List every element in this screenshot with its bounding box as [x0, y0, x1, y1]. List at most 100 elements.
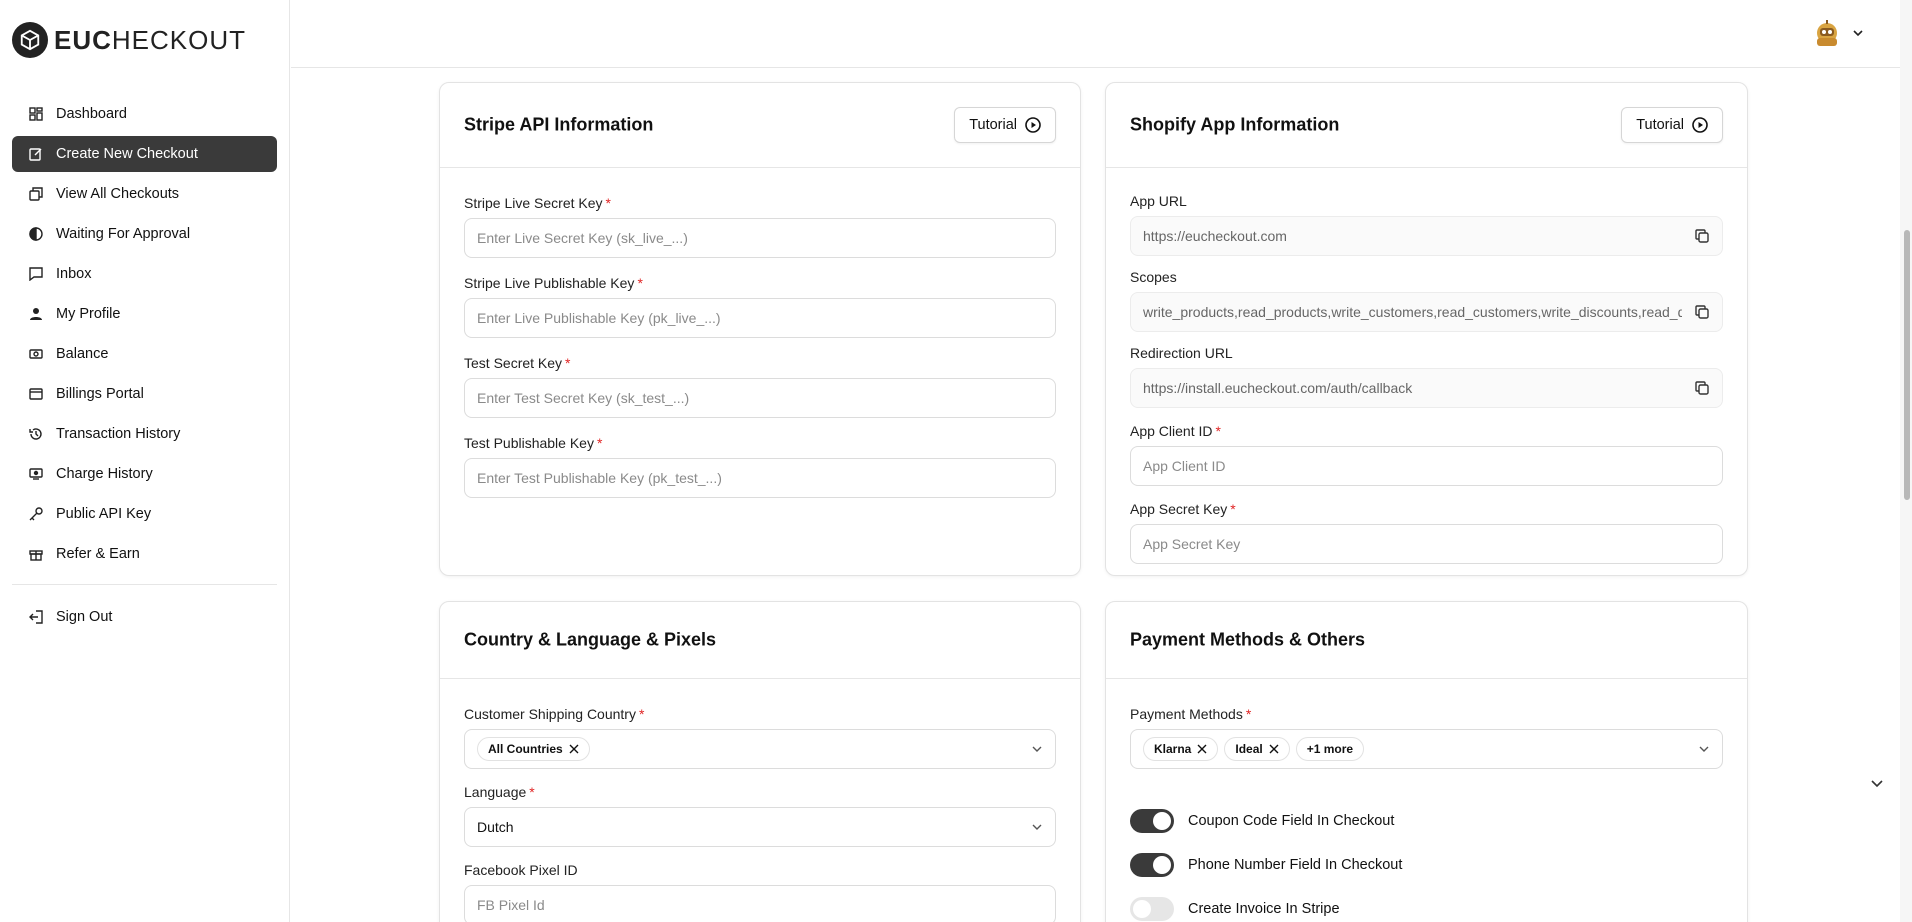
create-invoice-toggle-row: Create Invoice In Stripe: [1130, 895, 1723, 922]
logo[interactable]: EUCHECKOUT: [12, 20, 246, 60]
copy-icon[interactable]: [1694, 304, 1710, 320]
sign-out-icon: [28, 609, 44, 625]
required-mark: *: [529, 784, 535, 800]
label-text: Test Secret Key: [464, 355, 563, 371]
coupon-code-toggle-row: Coupon Code Field In Checkout: [1130, 807, 1723, 835]
payment-card: Payment Methods & Others Payment Methods…: [1105, 601, 1748, 922]
toggle-label: Phone Number Field In Checkout: [1188, 857, 1403, 873]
placeholder: FB Pixel Id: [477, 897, 545, 913]
required-mark: *: [1245, 706, 1252, 722]
create-invoice-toggle[interactable]: [1130, 897, 1174, 921]
tutorial-label: Tutorial: [1636, 117, 1684, 133]
sidebar-item-create-new-checkout[interactable]: Create New Checkout: [12, 136, 277, 172]
test-publishable-key-input[interactable]: Enter Test Publishable Key (pk_test_...): [464, 458, 1056, 498]
sidebar-item-label: Dashboard: [56, 106, 127, 122]
sidebar-item-label: My Profile: [56, 306, 121, 322]
copy-icon: [28, 186, 44, 202]
card-header: Country & Language & Pixels: [440, 602, 1080, 679]
toggle-knob: [1153, 812, 1171, 830]
card-header: Shopify App Information Tutorial: [1106, 83, 1747, 168]
play-circle-icon: [1692, 117, 1708, 133]
copy-icon[interactable]: [1694, 228, 1710, 244]
sidebar-divider: [12, 584, 277, 585]
app-secret-key-input[interactable]: App Secret Key: [1130, 524, 1723, 564]
field-label: Customer Shipping Country *: [464, 705, 1056, 723]
chip-label: Ideal: [1235, 742, 1263, 756]
placeholder: App Secret Key: [1143, 536, 1241, 552]
sidebar-item-charge-history[interactable]: Charge History: [12, 456, 277, 492]
chip-label: All Countries: [488, 742, 563, 756]
shopify-card: Shopify App Information Tutorial App URL…: [1105, 82, 1748, 576]
scopes-field[interactable]: write_products,read_products,write_custo…: [1130, 292, 1723, 332]
required-mark: *: [605, 195, 611, 211]
scopes-value: write_products,read_products,write_custo…: [1143, 304, 1682, 320]
sidebar-item-transaction-history[interactable]: Transaction History: [12, 416, 277, 452]
field-label: Scopes: [1130, 269, 1177, 285]
label-text: App Secret Key: [1130, 501, 1228, 517]
facebook-pixel-input[interactable]: FB Pixel Id: [464, 885, 1056, 922]
chevron-down-icon: [1032, 824, 1042, 830]
field-label: Test Publishable Key *: [464, 434, 1056, 452]
label-text: App Client ID: [1130, 423, 1213, 439]
field-label: Facebook Pixel ID: [464, 862, 578, 878]
chip-list: Klarna Ideal +1 more: [1143, 737, 1370, 761]
sidebar-item-label: Waiting For Approval: [56, 226, 191, 242]
close-icon[interactable]: [569, 744, 579, 754]
chip-list: All Countries: [477, 737, 596, 761]
redirection-url-value: https://install.eucheckout.com/auth/call…: [1143, 380, 1413, 396]
placeholder: Enter Test Secret Key (sk_test_...): [477, 390, 690, 406]
user-menu[interactable]: [1812, 18, 1864, 48]
copy-icon[interactable]: [1694, 380, 1710, 396]
field-label: Stripe Live Publishable Key *: [464, 274, 1056, 292]
redirection-url-field[interactable]: https://install.eucheckout.com/auth/call…: [1130, 368, 1723, 408]
sidebar-item-inbox[interactable]: Inbox: [12, 256, 277, 292]
live-secret-key-input[interactable]: Enter Live Secret Key (sk_live_...): [464, 218, 1056, 258]
app-url-field[interactable]: https://eucheckout.com: [1130, 216, 1723, 256]
payment-chip: Klarna: [1143, 737, 1219, 761]
sidebar-item-label: Create New Checkout: [56, 146, 198, 162]
shopify-tutorial-button[interactable]: Tutorial: [1621, 107, 1723, 143]
sidebar-item-billings-portal[interactable]: Billings Portal: [12, 376, 277, 412]
logo-cube-icon: [12, 22, 48, 58]
label-text: Stripe Live Publishable Key: [464, 275, 635, 291]
coupon-code-toggle[interactable]: [1130, 809, 1174, 833]
stripe-card-title: Stripe API Information: [464, 114, 654, 135]
required-mark: *: [596, 435, 603, 451]
app-client-id-input[interactable]: App Client ID: [1130, 446, 1723, 486]
scrollbar[interactable]: [1900, 0, 1912, 922]
sidebar-item-sign-out[interactable]: Sign Out: [12, 599, 277, 635]
edit-icon: [28, 146, 44, 162]
live-publishable-key-input[interactable]: Enter Live Publishable Key (pk_live_...): [464, 298, 1056, 338]
payment-methods-select[interactable]: Klarna Ideal +1 more: [1130, 729, 1723, 769]
sidebar-item-my-profile[interactable]: My Profile: [12, 296, 277, 332]
app-url-value: https://eucheckout.com: [1143, 228, 1287, 244]
label-text: Customer Shipping Country: [464, 706, 636, 722]
sidebar-item-view-all-checkouts[interactable]: View All Checkouts: [12, 176, 277, 212]
sidebar-item-balance[interactable]: Balance: [12, 336, 277, 372]
close-icon[interactable]: [1197, 744, 1207, 754]
language-value: Dutch: [477, 819, 514, 835]
sidebar-item-waiting-for-approval[interactable]: Waiting For Approval: [12, 216, 277, 252]
more-chip[interactable]: +1 more: [1295, 737, 1365, 761]
sidebar-item-public-api-key[interactable]: Public API Key: [12, 496, 277, 532]
label-text: Payment Methods: [1130, 706, 1243, 722]
language-select[interactable]: Dutch: [464, 807, 1056, 847]
sidebar-item-label: Charge History: [56, 466, 153, 482]
field-label: App URL: [1130, 193, 1187, 209]
shipping-country-select[interactable]: All Countries: [464, 729, 1056, 769]
test-secret-key-input[interactable]: Enter Test Secret Key (sk_test_...): [464, 378, 1056, 418]
sidebar-item-refer-earn[interactable]: Refer & Earn: [12, 536, 277, 572]
topbar: [291, 0, 1912, 68]
field-label: Stripe Live Secret Key *: [464, 194, 1056, 212]
message-icon: [28, 266, 44, 282]
toggle-label: Coupon Code Field In Checkout: [1188, 813, 1395, 829]
toggle-label: Create Invoice In Stripe: [1188, 901, 1340, 917]
field-label: App Secret Key *: [1130, 500, 1723, 518]
phone-number-toggle[interactable]: [1130, 853, 1174, 877]
scroll-down-chevron-icon[interactable]: [1870, 776, 1884, 790]
stripe-tutorial-button[interactable]: Tutorial: [954, 107, 1056, 143]
close-icon[interactable]: [1269, 744, 1279, 754]
main-content: Stripe API Information Tutorial Stripe L…: [291, 69, 1891, 922]
scrollbar-thumb[interactable]: [1904, 230, 1910, 500]
sidebar-item-dashboard[interactable]: Dashboard: [12, 96, 277, 132]
